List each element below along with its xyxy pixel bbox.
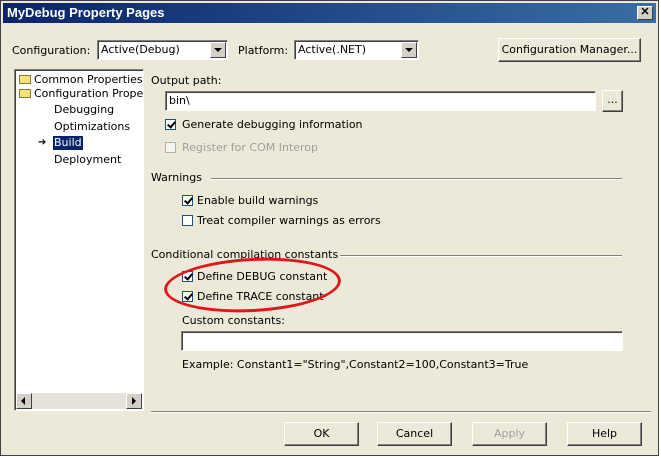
output-path-field[interactable] — [165, 91, 596, 111]
warnings-header: Warnings — [151, 171, 202, 184]
register-com-checkbox[interactable] — [165, 142, 176, 153]
custom-constants-label: Custom constants: — [182, 314, 285, 327]
browse-button[interactable]: ... — [602, 90, 623, 112]
generate-debug-info-checkbox[interactable] — [165, 119, 176, 130]
tree-item-debugging[interactable]: Debugging — [54, 103, 114, 117]
example-text: Example: Constant1="String",Constant2=10… — [182, 358, 529, 371]
cancel-button[interactable]: Cancel — [377, 422, 452, 446]
enable-build-warnings-label: Enable build warnings — [197, 194, 319, 207]
tree-item-build[interactable]: Build — [53, 136, 83, 150]
register-com-label: Register for COM Interop — [182, 141, 319, 154]
configuration-manager-button[interactable]: Configuration Manager... — [498, 38, 641, 62]
tree-item-common-properties[interactable]: Common Properties — [34, 73, 143, 87]
property-tree[interactable]: Common Properties Configuration Properti… — [14, 69, 144, 411]
chevron-down-icon[interactable] — [210, 42, 226, 58]
enable-build-warnings-checkbox[interactable] — [182, 195, 193, 206]
scroll-right-icon[interactable] — [126, 393, 142, 409]
close-button[interactable]: ✕ — [637, 6, 653, 20]
tree-item-configuration-properties[interactable]: Configuration Propertie — [34, 87, 143, 101]
configuration-label: Configuration: — [12, 44, 91, 57]
window-title: MyDebug Property Pages — [7, 5, 165, 20]
chevron-down-icon[interactable] — [401, 42, 417, 58]
folder-open-icon — [19, 89, 31, 98]
ok-button[interactable]: OK — [284, 422, 359, 446]
apply-button[interactable]: Apply — [472, 422, 547, 446]
close-icon: ✕ — [640, 6, 650, 18]
configuration-value: Active(Debug) — [101, 43, 180, 56]
tree-item-deployment[interactable]: Deployment — [54, 153, 121, 167]
help-button[interactable]: Help — [567, 422, 642, 446]
platform-dropdown[interactable]: Active(.NET) — [294, 40, 419, 60]
footer-separator — [151, 411, 651, 413]
title-bar: MyDebug Property Pages ✕ — [3, 3, 656, 23]
custom-constants-field[interactable] — [181, 331, 623, 351]
arrow-right-icon: ➔ — [38, 137, 47, 148]
warnings-divider — [211, 178, 622, 180]
output-path-label: Output path: — [151, 74, 222, 87]
platform-value: Active(.NET) — [298, 43, 367, 56]
treat-warnings-as-errors-checkbox[interactable] — [182, 215, 193, 226]
configuration-dropdown[interactable]: Active(Debug) — [97, 40, 228, 60]
generate-debug-info-label: Generate debugging information — [182, 118, 363, 131]
tree-item-optimizations[interactable]: Optimizations — [54, 120, 130, 134]
property-pages-window: MyDebug Property Pages ✕ Configuration: … — [0, 0, 659, 456]
conditional-constants-divider — [340, 255, 622, 257]
folder-icon — [19, 75, 31, 84]
tree-horizontal-scrollbar[interactable] — [16, 393, 142, 409]
custom-constants-input[interactable] — [185, 334, 581, 347]
treat-warnings-as-errors-label: Treat compiler warnings as errors — [197, 214, 381, 227]
platform-label: Platform: — [238, 44, 289, 57]
annotation-oval — [162, 253, 343, 317]
scroll-left-icon[interactable] — [16, 393, 32, 409]
output-path-input[interactable] — [169, 94, 556, 107]
